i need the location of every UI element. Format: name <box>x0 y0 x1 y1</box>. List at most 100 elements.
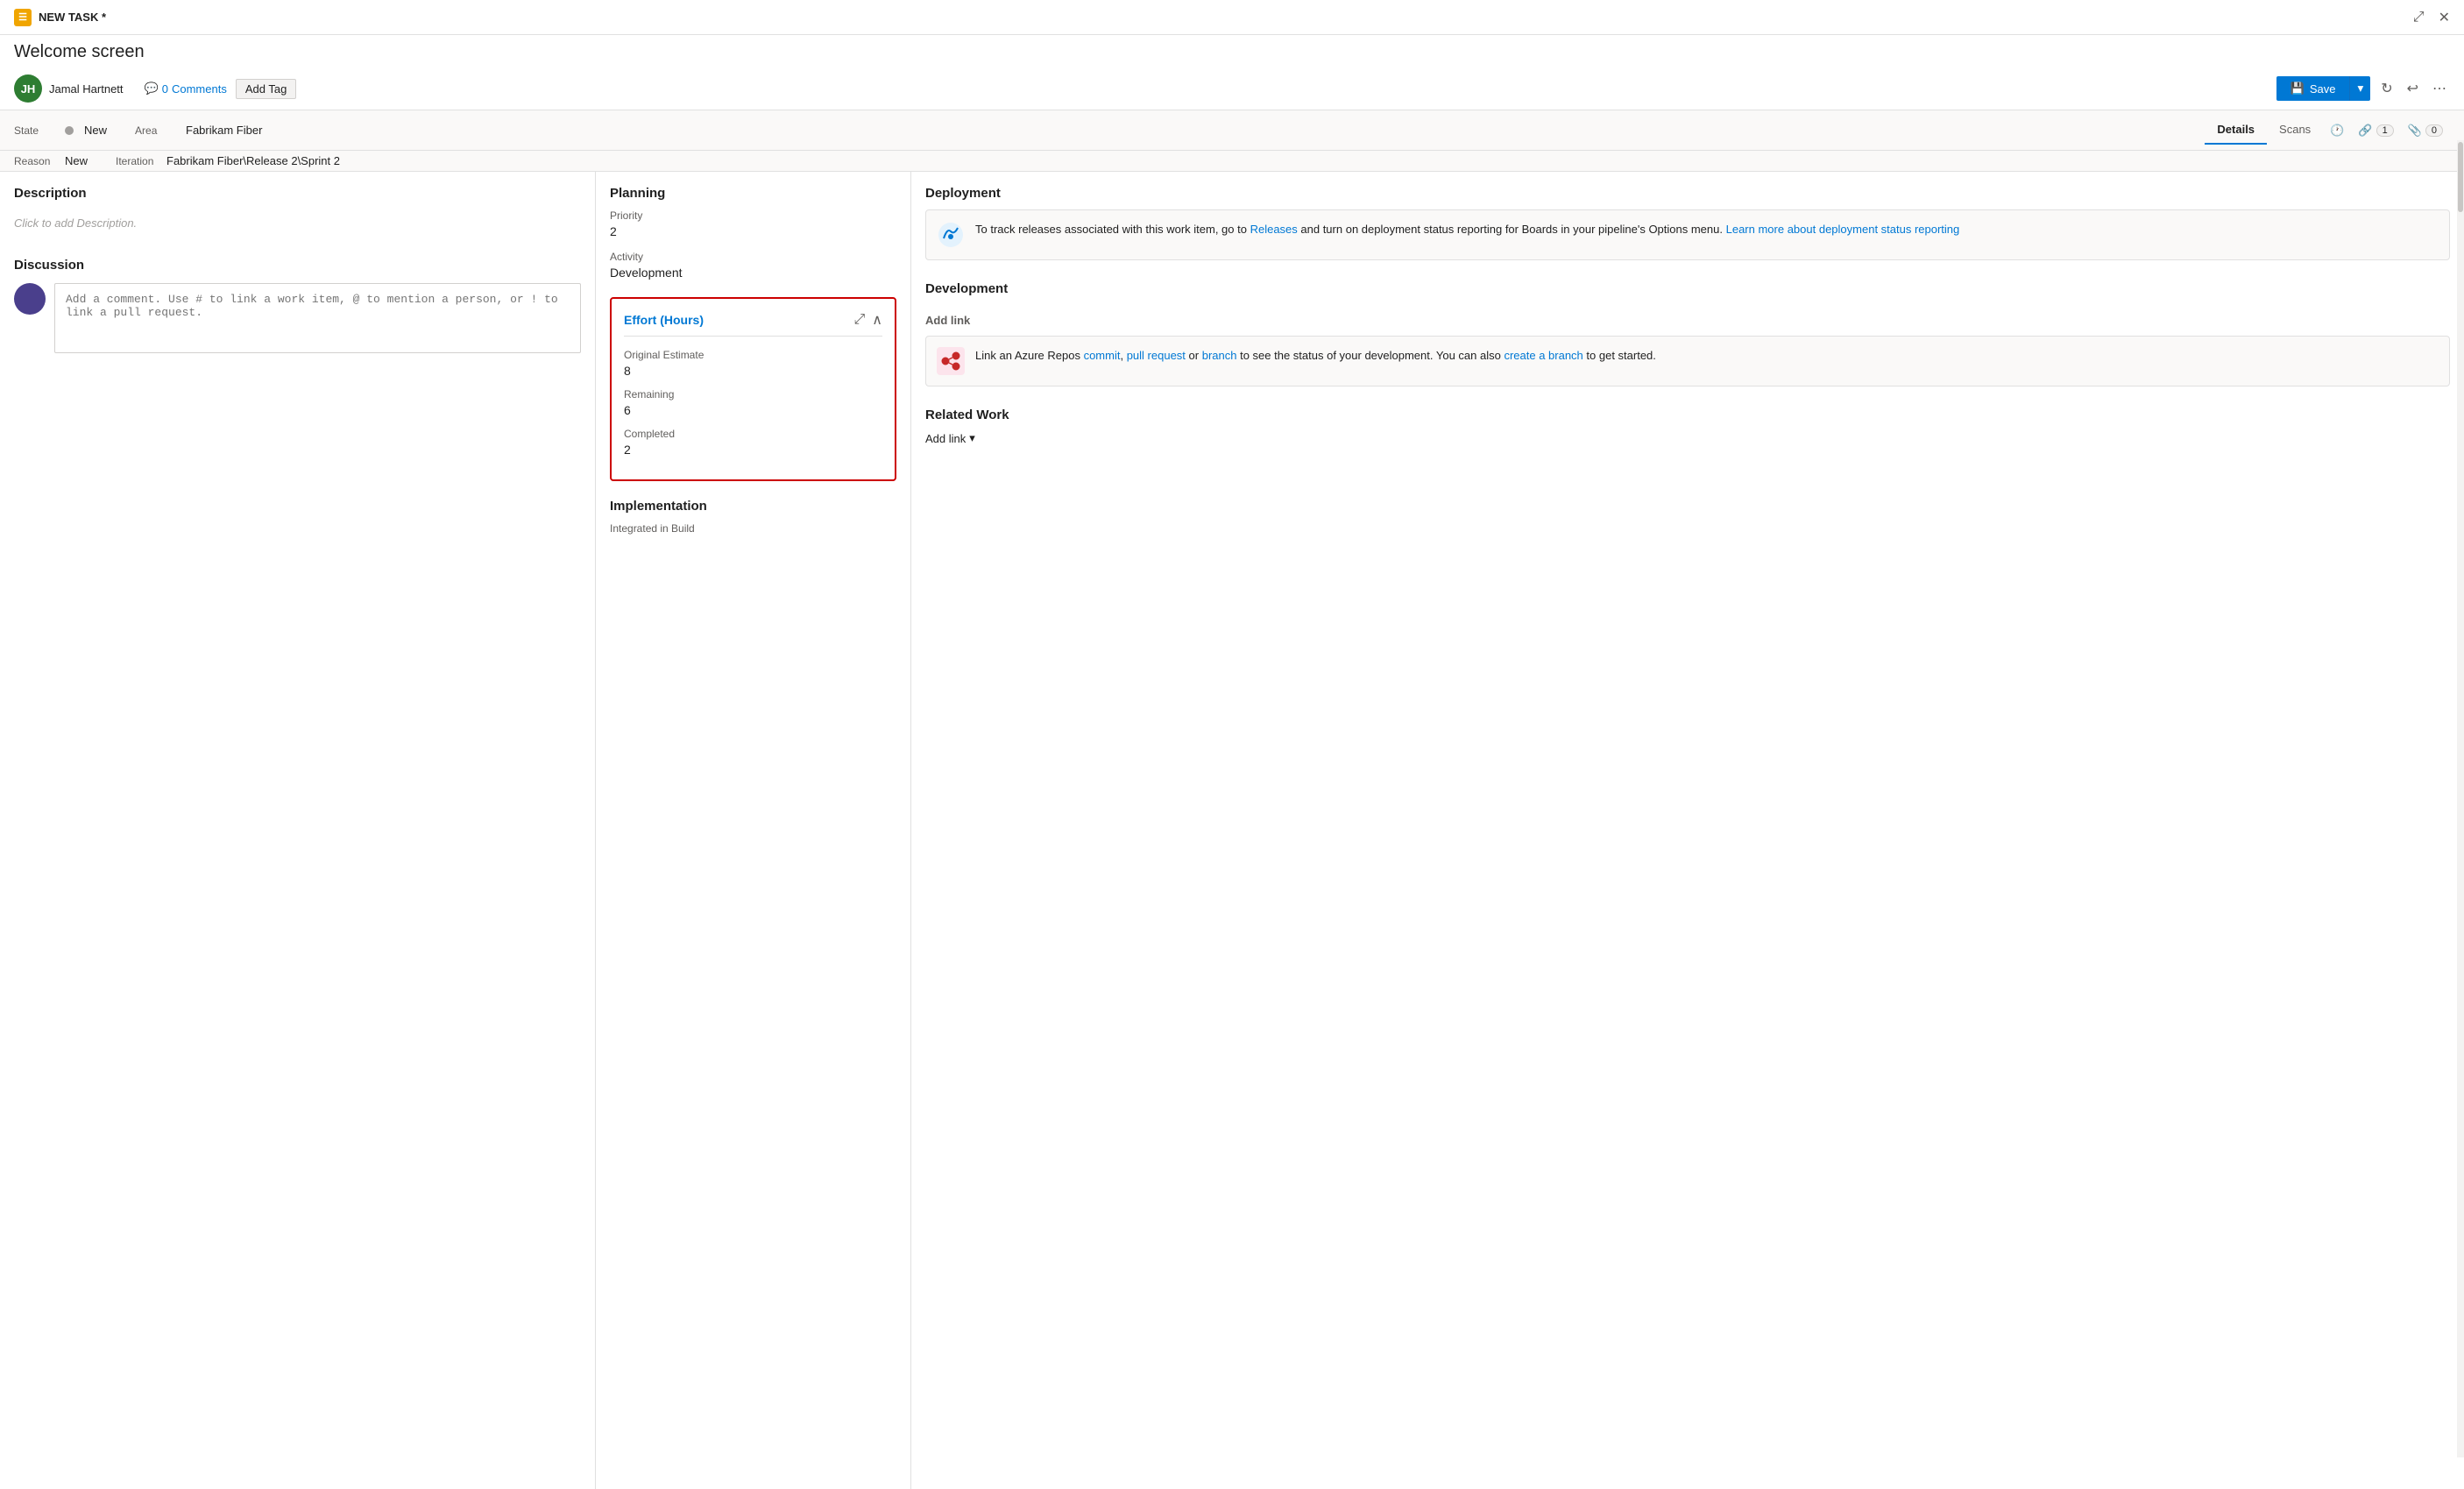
user-area: JH Jamal Hartnett <box>14 74 124 103</box>
remaining-value[interactable]: 6 <box>624 403 882 417</box>
reason-label: Reason <box>14 155 58 167</box>
completed-field: Completed 2 <box>624 428 882 457</box>
activity-field: Activity Development <box>610 251 896 280</box>
dev-text5: to get started. <box>1583 349 1656 362</box>
dev-icon <box>937 347 965 375</box>
work-item-title-area: Welcome screen <box>0 35 2464 62</box>
iteration-label: Iteration <box>116 155 159 167</box>
attachments-count: 0 <box>2425 124 2443 137</box>
header-right: 💾 Save ▾ ↻ ↩ ⋯ <box>2276 76 2450 101</box>
priority-label: Priority <box>610 209 896 222</box>
more-options-button[interactable]: ⋯ <box>2429 76 2450 101</box>
integrated-in-build-label: Integrated in Build <box>610 522 896 535</box>
learn-more-link[interactable]: Learn more about deployment status repor… <box>1726 223 1960 236</box>
dev-text2: , <box>1120 349 1126 362</box>
dev-add-link-label[interactable]: Add link <box>925 314 2450 327</box>
add-link-label: Add link <box>925 432 966 445</box>
priority-value[interactable]: 2 <box>610 224 896 238</box>
priority-field: Priority 2 <box>610 209 896 238</box>
state-field-group: State New <box>14 124 107 137</box>
discussion-input-area <box>14 283 581 353</box>
tab-scans[interactable]: Scans <box>2267 116 2323 145</box>
development-title: Development <box>925 281 1008 296</box>
save-disk-icon: 💾 <box>2291 82 2305 96</box>
save-button-group: 💾 Save ▾ <box>2276 76 2371 101</box>
original-estimate-field: Original Estimate 8 <box>624 349 882 378</box>
deployment-box: To track releases associated with this w… <box>925 209 2450 260</box>
activity-value[interactable]: Development <box>610 266 896 280</box>
planning-section: Planning Priority 2 Activity Development <box>610 186 896 280</box>
completed-value[interactable]: 2 <box>624 443 882 457</box>
implementation-title: Implementation <box>610 499 896 514</box>
discussion-section: Discussion <box>14 258 581 353</box>
expand-button[interactable]: ⤢ <box>2413 9 2425 26</box>
history-button[interactable]: 🕐 <box>2323 120 2351 141</box>
dev-text3: or <box>1186 349 1202 362</box>
deployment-section: Deployment To track releases associated … <box>925 186 2450 260</box>
area-label: Area <box>135 124 179 137</box>
commit-link[interactable]: commit <box>1084 349 1121 362</box>
iteration-field-group: Iteration Fabrikam Fiber\Release 2\Sprin… <box>116 154 340 167</box>
development-section: Development Add link Link an Azure Repos… <box>925 281 2450 386</box>
header-actions-row: JH Jamal Hartnett 💬 0 Comments Add Tag 💾… <box>0 71 2464 110</box>
comments-link[interactable]: 💬 0 Comments <box>145 82 227 96</box>
scrollbar-thumb[interactable] <box>2458 172 2463 212</box>
comments-label: Comments <box>172 82 227 96</box>
undo-button[interactable]: ↩ <box>2404 76 2422 101</box>
reason-value[interactable]: New <box>65 154 88 167</box>
area-value[interactable]: Fabrikam Fiber <box>186 124 262 137</box>
reason-row: Reason New Iteration Fabrikam Fiber\Rele… <box>0 151 2464 172</box>
comment-icon: 💬 <box>145 82 159 96</box>
original-estimate-value[interactable]: 8 <box>624 364 882 378</box>
related-work-title: Related Work <box>925 408 1009 422</box>
tabs-container: Details Scans 🕐 🔗 1 📎 0 <box>2205 116 2450 145</box>
create-branch-link[interactable]: create a branch <box>1504 349 1582 362</box>
implementation-section: Implementation Integrated in Build <box>610 499 896 535</box>
save-dropdown-button[interactable]: ▾ <box>2349 76 2370 101</box>
user-name: Jamal Hartnett <box>49 82 124 96</box>
reason-field-group: Reason New <box>14 154 88 167</box>
effort-header-actions: ⤢ ∧ <box>853 311 882 329</box>
effort-title: Effort (Hours) <box>624 313 704 327</box>
remaining-label: Remaining <box>624 388 882 401</box>
links-button[interactable]: 🔗 1 <box>2351 120 2400 141</box>
related-work-section: Related Work Add link ▾ <box>925 408 2450 445</box>
releases-link[interactable]: Releases <box>1250 223 1298 236</box>
scrollbar-track <box>2457 172 2464 1457</box>
save-button[interactable]: 💾 Save <box>2276 76 2350 101</box>
development-header: Development <box>925 281 2450 305</box>
comment-input[interactable] <box>54 283 581 353</box>
state-label: State <box>14 124 58 137</box>
add-tag-button[interactable]: Add Tag <box>236 79 296 99</box>
close-button[interactable]: ✕ <box>2439 9 2450 26</box>
discussion-avatar <box>14 283 46 315</box>
task-icon: ☰ <box>14 9 32 26</box>
effort-box: Effort (Hours) ⤢ ∧ Original Estimate 8 R… <box>610 297 896 481</box>
link-icon: 🔗 <box>2358 124 2372 138</box>
middle-panel: Planning Priority 2 Activity Development… <box>596 172 911 1489</box>
description-placeholder[interactable]: Click to add Description. <box>14 209 581 237</box>
state-value[interactable]: New <box>84 124 107 137</box>
refresh-button[interactable]: ↻ <box>2377 76 2396 101</box>
right-panel: Deployment To track releases associated … <box>911 172 2464 1489</box>
tab-details[interactable]: Details <box>2205 116 2267 145</box>
effort-collapse-button[interactable]: ∧ <box>872 311 882 329</box>
pull-request-link[interactable]: pull request <box>1127 349 1186 362</box>
completed-label: Completed <box>624 428 882 440</box>
related-add-link-button[interactable]: Add link ▾ <box>925 431 975 445</box>
left-panel: Description Click to add Description. Di… <box>0 172 596 1489</box>
title-bar: ☰ NEW TASK * ⤢ ✕ <box>0 0 2464 35</box>
fields-row: State New Area Fabrikam Fiber Details Sc… <box>0 110 2464 151</box>
integrated-in-build-field: Integrated in Build <box>610 522 896 535</box>
dev-text4: to see the status of your development. Y… <box>1236 349 1504 362</box>
deployment-icon <box>937 221 965 249</box>
main-content: Description Click to add Description. Di… <box>0 172 2464 1489</box>
title-bar-actions: ⤢ ✕ <box>2413 9 2450 26</box>
avatar: JH <box>14 74 42 103</box>
effort-expand-button[interactable]: ⤢ <box>853 311 865 329</box>
attachments-button[interactable]: 📎 0 <box>2401 120 2450 141</box>
iteration-value[interactable]: Fabrikam Fiber\Release 2\Sprint 2 <box>166 154 340 167</box>
original-estimate-label: Original Estimate <box>624 349 882 361</box>
deployment-title: Deployment <box>925 186 2450 201</box>
branch-link[interactable]: branch <box>1202 349 1237 362</box>
